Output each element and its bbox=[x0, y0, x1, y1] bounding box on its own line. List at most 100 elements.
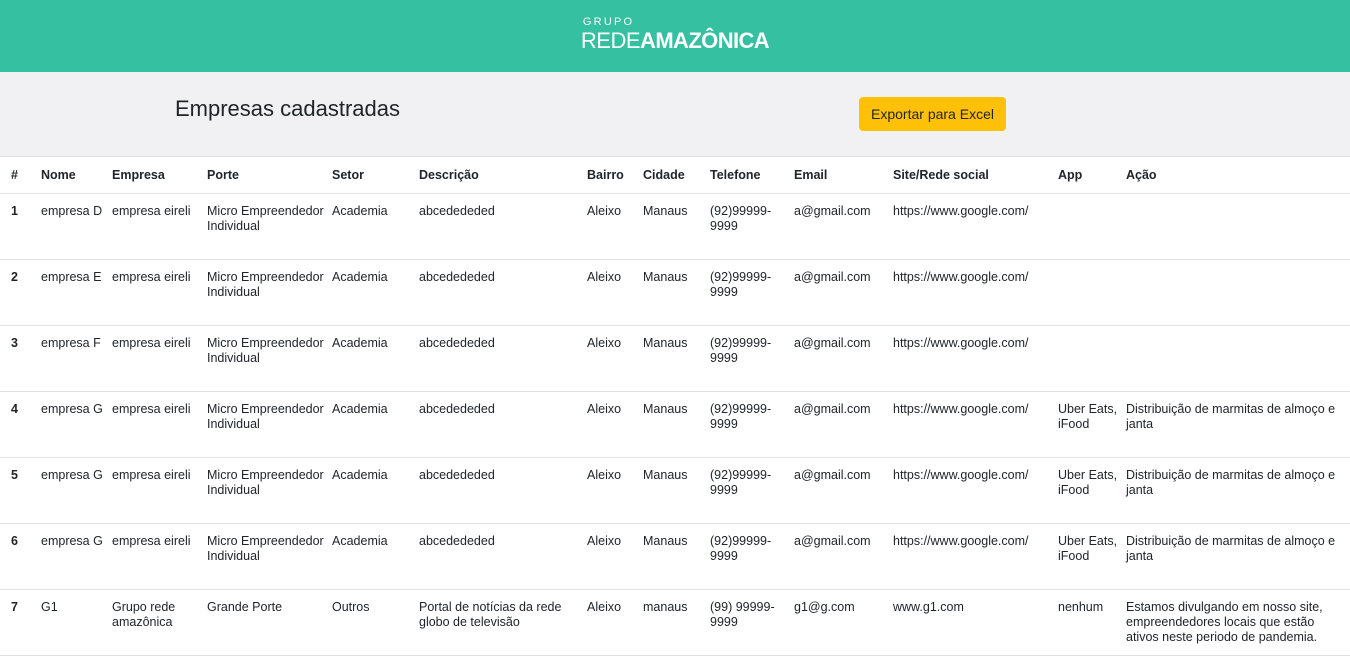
col-empresa-header: Empresa bbox=[112, 156, 207, 194]
setor-cell: Academia bbox=[332, 391, 419, 458]
empresa-cell: empresa eireli bbox=[112, 259, 207, 326]
acao-cell: Distribuição de marmitas de almoço e jan… bbox=[1126, 523, 1350, 590]
companies-table: # Nome Empresa Porte Setor Descrição Bairro Cid… bbox=[0, 156, 1350, 656]
page-title: Empresas cadastradas bbox=[175, 96, 400, 121]
grupo-rede-amazonica-logo[interactable]: GRUPO REDEAMAZÔNICA bbox=[580, 16, 770, 53]
acao-cell: Distribuição de marmitas de almoço e jan… bbox=[1126, 391, 1350, 458]
empresa-cell: empresa eireli bbox=[112, 193, 207, 260]
site-cell: www.g1.com bbox=[893, 589, 1058, 656]
nome-cell: G1 bbox=[41, 589, 112, 656]
porte-cell: Micro Empreendedor Individual bbox=[207, 523, 332, 590]
telefone-cell: (92)99999-9999 bbox=[710, 325, 794, 392]
row-index: 3 bbox=[0, 325, 41, 392]
setor-cell: Academia bbox=[332, 325, 419, 392]
descricao-cell: abcedededed bbox=[419, 457, 587, 524]
col-app-header: App bbox=[1058, 156, 1126, 194]
setor-cell: Academia bbox=[332, 457, 419, 524]
logo-grupo-text: GRUPO bbox=[582, 16, 635, 28]
cidade-cell: Manaus bbox=[643, 259, 710, 326]
app-cell: nenhum bbox=[1058, 589, 1126, 656]
acao-cell: Estamos divulgando em nosso site, empree… bbox=[1126, 589, 1350, 656]
setor-cell: Academia bbox=[332, 523, 419, 590]
acao-cell bbox=[1126, 193, 1350, 260]
email-cell: a@gmail.com bbox=[794, 391, 893, 458]
porte-cell: Micro Empreendedor Individual bbox=[207, 325, 332, 392]
site-cell: https://www.google.com/ bbox=[893, 193, 1058, 260]
table-row: 6 empresa Gempresa eireli Micro Empreended… bbox=[0, 523, 1350, 590]
email-cell: a@gmail.com bbox=[794, 523, 893, 590]
col-index-header: # bbox=[0, 156, 41, 194]
site-cell: https://www.google.com/ bbox=[893, 259, 1058, 326]
descricao-cell: abcedededed bbox=[419, 391, 587, 458]
cidade-cell: Manaus bbox=[643, 193, 710, 260]
col-telefone-header: Telefone bbox=[710, 156, 794, 194]
table-body: 1 empresa Dempresa eireli Micro Empreended… bbox=[0, 193, 1350, 656]
col-setor-header: Setor bbox=[332, 156, 419, 194]
porte-cell: Micro Empreendedor Individual bbox=[207, 259, 332, 326]
acao-cell bbox=[1126, 325, 1350, 392]
email-cell: g1@g.com bbox=[794, 589, 893, 656]
table-row: 5 empresa Gempresa eireli Micro Empreended… bbox=[0, 457, 1350, 524]
col-site-header: Site/Rede social bbox=[893, 156, 1058, 194]
row-index: 6 bbox=[0, 523, 41, 590]
table-row: 2 empresa Eempresa eireli Micro Empreended… bbox=[0, 259, 1350, 326]
site-cell: https://www.google.com/ bbox=[893, 325, 1058, 392]
logo-amazonica-text: AMAZÔNICA bbox=[640, 28, 770, 53]
porte-cell: Grande Porte bbox=[207, 589, 332, 656]
cidade-cell: Manaus bbox=[643, 457, 710, 524]
telefone-cell: (99) 99999-9999 bbox=[710, 589, 794, 656]
export-excel-button[interactable]: Exportar para Excel bbox=[859, 97, 1006, 131]
telefone-cell: (92)99999-9999 bbox=[710, 457, 794, 524]
cidade-cell: manaus bbox=[643, 589, 710, 656]
row-index: 4 bbox=[0, 391, 41, 458]
row-index: 7 bbox=[0, 589, 41, 656]
bairro-cell: Aleixo bbox=[587, 325, 643, 392]
setor-cell: Academia bbox=[332, 259, 419, 326]
col-acao-header: Ação bbox=[1126, 156, 1350, 194]
row-index: 5 bbox=[0, 457, 41, 524]
descricao-cell: Portal de notícias da rede globo de tele… bbox=[419, 589, 587, 656]
cidade-cell: Manaus bbox=[643, 391, 710, 458]
cidade-cell: Manaus bbox=[643, 523, 710, 590]
nome-cell: empresa G bbox=[41, 523, 112, 590]
bairro-cell: Aleixo bbox=[587, 457, 643, 524]
col-nome-header: Nome bbox=[41, 156, 112, 194]
bairro-cell: Aleixo bbox=[587, 589, 643, 656]
bairro-cell: Aleixo bbox=[587, 391, 643, 458]
table-row: 1 empresa Dempresa eireli Micro Empreended… bbox=[0, 193, 1350, 260]
col-porte-header: Porte bbox=[207, 156, 332, 194]
bairro-cell: Aleixo bbox=[587, 193, 643, 260]
app-cell bbox=[1058, 325, 1126, 392]
porte-cell: Micro Empreendedor Individual bbox=[207, 391, 332, 458]
telefone-cell: (92)99999-9999 bbox=[710, 523, 794, 590]
porte-cell: Micro Empreendedor Individual bbox=[207, 193, 332, 260]
app-cell: Uber Eats, iFood bbox=[1058, 523, 1126, 590]
site-cell: https://www.google.com/ bbox=[893, 391, 1058, 458]
nome-cell: empresa G bbox=[41, 391, 112, 458]
col-cidade-header: Cidade bbox=[643, 156, 710, 194]
setor-cell: Academia bbox=[332, 193, 419, 260]
site-cell: https://www.google.com/ bbox=[893, 523, 1058, 590]
empresa-cell: empresa eireli bbox=[112, 457, 207, 524]
empresa-cell: empresa eireli bbox=[112, 523, 207, 590]
acao-cell: Distribuição de marmitas de almoço e jan… bbox=[1126, 457, 1350, 524]
app-cell: Uber Eats, iFood bbox=[1058, 391, 1126, 458]
row-index: 1 bbox=[0, 193, 41, 260]
setor-cell: Outros bbox=[332, 589, 419, 656]
nome-cell: empresa G bbox=[41, 457, 112, 524]
app-cell bbox=[1058, 193, 1126, 260]
nome-cell: empresa E bbox=[41, 259, 112, 326]
email-cell: a@gmail.com bbox=[794, 325, 893, 392]
email-cell: a@gmail.com bbox=[794, 259, 893, 326]
col-bairro-header: Bairro bbox=[587, 156, 643, 194]
bairro-cell: Aleixo bbox=[587, 259, 643, 326]
logo-rede-text: REDE bbox=[580, 28, 641, 53]
app-cell: Uber Eats, iFood bbox=[1058, 457, 1126, 524]
col-descricao-header: Descrição bbox=[419, 156, 587, 194]
telefone-cell: (92)99999-9999 bbox=[710, 259, 794, 326]
descricao-cell: abcedededed bbox=[419, 325, 587, 392]
site-cell: https://www.google.com/ bbox=[893, 457, 1058, 524]
email-cell: a@gmail.com bbox=[794, 457, 893, 524]
cidade-cell: Manaus bbox=[643, 325, 710, 392]
bairro-cell: Aleixo bbox=[587, 523, 643, 590]
